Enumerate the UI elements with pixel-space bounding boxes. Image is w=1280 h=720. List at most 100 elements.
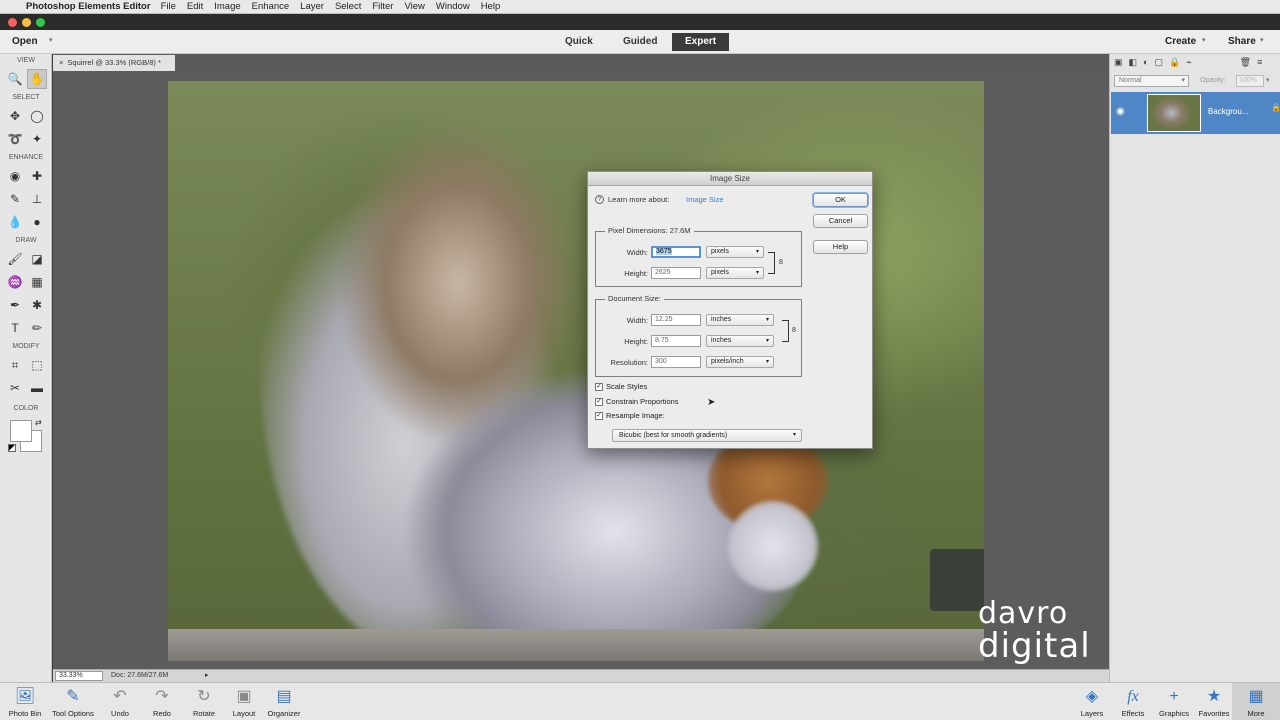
- adjustment-layer-icon[interactable]: ◐: [1143, 57, 1148, 69]
- pencil-tool-icon[interactable]: ✏: [27, 318, 47, 338]
- opacity-dropdown-icon[interactable]: ▾: [1266, 76, 1270, 84]
- more-button[interactable]: ▦ More: [1232, 683, 1280, 720]
- tool-options-button[interactable]: ✎ Tool Options: [48, 683, 98, 720]
- organizer-button[interactable]: ▤ Organizer: [259, 683, 309, 720]
- constrain-proportions-checkbox[interactable]: ✓ Constrain Proportions: [595, 397, 679, 406]
- blur-tool-icon[interactable]: 💧: [5, 212, 25, 232]
- tool-options-icon: ✎: [66, 688, 80, 705]
- sponge-tool-icon[interactable]: ●: [27, 212, 47, 232]
- link-layers-icon[interactable]: ⌁: [1186, 57, 1191, 69]
- menu-file[interactable]: File: [161, 1, 176, 12]
- menu-filter[interactable]: Filter: [372, 1, 393, 12]
- doc-width-unit-select[interactable]: inches ▾: [706, 314, 774, 326]
- document-tab[interactable]: × Squirrel @ 33.3% (RGB/8) *: [53, 55, 175, 71]
- menu-select[interactable]: Select: [335, 1, 361, 12]
- tab-guided[interactable]: Guided: [610, 33, 670, 51]
- quick-selection-tool-icon[interactable]: ✦: [27, 129, 47, 149]
- menu-image[interactable]: Image: [214, 1, 240, 12]
- resolution-field[interactable]: 300: [651, 356, 701, 368]
- resample-image-checkbox[interactable]: ✓ Resample Image:: [595, 411, 665, 420]
- document-size-title: Document Size:: [605, 294, 664, 303]
- pixel-height-unit-select[interactable]: pixels ▾: [706, 267, 764, 279]
- zoom-level-field[interactable]: 33.33%: [55, 671, 103, 681]
- status-menu-arrow-icon[interactable]: ▸: [205, 670, 209, 682]
- zoom-tool-icon[interactable]: 🔍: [5, 69, 25, 89]
- doc-height-unit-select[interactable]: inches ▾: [706, 335, 774, 347]
- learn-more-link[interactable]: Image Size: [686, 195, 724, 204]
- create-button[interactable]: Create: [1165, 36, 1196, 47]
- photo-bin-button[interactable]: 🖼 Photo Bin: [0, 683, 50, 720]
- panel-menu-icon[interactable]: ≡: [1257, 57, 1262, 69]
- open-dropdown-icon[interactable]: ▾: [49, 36, 53, 44]
- window-minimize-button[interactable]: [22, 18, 31, 27]
- tab-expert[interactable]: Expert: [672, 33, 730, 51]
- menu-layer[interactable]: Layer: [300, 1, 324, 12]
- resolution-unit-select[interactable]: pixels/inch ▾: [706, 356, 774, 368]
- pixel-width-unit-select[interactable]: pixels ▾: [706, 246, 764, 258]
- share-button[interactable]: Share: [1228, 36, 1256, 47]
- new-group-icon[interactable]: ◧: [1129, 57, 1138, 69]
- lasso-tool-icon[interactable]: ➰: [5, 129, 25, 149]
- tab-quick[interactable]: Quick: [552, 33, 606, 51]
- mouse-cursor-icon: ➤: [707, 397, 716, 408]
- blend-mode-select[interactable]: Normal ▾: [1114, 75, 1189, 87]
- type-tool-icon[interactable]: T: [5, 318, 25, 338]
- brush-tool-icon[interactable]: 🖌: [5, 249, 25, 269]
- cancel-button[interactable]: Cancel: [813, 214, 868, 228]
- pixel-width-field[interactable]: 3675: [651, 246, 701, 258]
- app-name[interactable]: Photoshop Elements Editor: [26, 1, 151, 12]
- section-select: SELECT: [12, 94, 40, 101]
- toolbox: VIEW SELECT ENHANCE DRAW MODIFY COLOR 🔍 …: [0, 54, 52, 682]
- custom-shape-tool-icon[interactable]: ✱: [27, 295, 47, 315]
- create-dropdown-icon[interactable]: ▾: [1202, 36, 1206, 44]
- doc-height-field[interactable]: 8.75: [651, 335, 701, 347]
- move-tool-icon[interactable]: ✥: [5, 106, 25, 126]
- window-close-button[interactable]: [8, 18, 17, 27]
- recompose-tool-icon[interactable]: ⬚: [27, 355, 47, 375]
- foreground-color-swatch[interactable]: [10, 420, 32, 442]
- pixel-width-unit: pixels: [711, 248, 729, 255]
- help-button[interactable]: Help: [813, 240, 868, 254]
- layer-row-background[interactable]: ◉ Backgrou... 🔒: [1111, 92, 1280, 134]
- resample-method-select[interactable]: Bicubic (best for smooth gradients) ▾: [612, 429, 802, 442]
- smart-brush-tool-icon[interactable]: ✎: [5, 189, 25, 209]
- swap-colors-icon[interactable]: ⇄: [35, 418, 42, 427]
- straighten-tool-icon[interactable]: ▬: [27, 378, 47, 398]
- ok-button[interactable]: OK: [813, 193, 868, 207]
- pixel-height-field[interactable]: 2625: [651, 267, 701, 279]
- content-aware-move-tool-icon[interactable]: ✂: [5, 378, 25, 398]
- gradient-tool-icon[interactable]: ▦: [27, 272, 47, 292]
- doc-height-label: Height:: [624, 337, 648, 346]
- mask-icon[interactable]: ▢: [1154, 57, 1163, 69]
- chevron-down-icon: ▾: [755, 249, 759, 255]
- eraser-tool-icon[interactable]: ◪: [27, 249, 47, 269]
- doc-width-field[interactable]: 12.25: [651, 314, 701, 326]
- lock-icon[interactable]: 🔒: [1169, 57, 1180, 69]
- marquee-tool-icon[interactable]: ◯: [27, 106, 47, 126]
- menu-edit[interactable]: Edit: [187, 1, 203, 12]
- open-button[interactable]: Open: [12, 36, 38, 47]
- menu-help[interactable]: Help: [481, 1, 501, 12]
- eye-icon[interactable]: ◉: [1116, 106, 1125, 117]
- new-layer-icon[interactable]: ▣: [1114, 57, 1123, 69]
- crop-tool-icon[interactable]: ⌗: [5, 355, 25, 375]
- window-zoom-button[interactable]: [36, 18, 45, 27]
- dialog-title[interactable]: Image Size: [588, 172, 872, 186]
- menu-window[interactable]: Window: [436, 1, 470, 12]
- hand-tool-icon[interactable]: ✋: [27, 69, 47, 89]
- spot-healing-tool-icon[interactable]: ✚: [27, 166, 47, 186]
- scale-styles-checkbox[interactable]: ✓ Scale Styles: [595, 382, 647, 391]
- canvas-area[interactable]: [53, 71, 1109, 669]
- menu-enhance[interactable]: Enhance: [252, 1, 290, 12]
- menu-view[interactable]: View: [404, 1, 424, 12]
- eyedropper-tool-icon[interactable]: ✒: [5, 295, 25, 315]
- delete-layer-icon[interactable]: 🗑: [1240, 57, 1251, 69]
- tab-close-icon[interactable]: ×: [59, 58, 63, 67]
- default-colors-icon[interactable]: [8, 444, 16, 452]
- red-eye-tool-icon[interactable]: ◉: [5, 166, 25, 186]
- menu-bar: Photoshop Elements Editor File Edit Imag…: [0, 0, 1280, 14]
- share-dropdown-icon[interactable]: ▾: [1260, 36, 1264, 44]
- clone-stamp-tool-icon[interactable]: ⊥: [27, 189, 47, 209]
- opacity-field[interactable]: 100%: [1236, 75, 1264, 87]
- paint-bucket-tool-icon[interactable]: ♒: [5, 272, 25, 292]
